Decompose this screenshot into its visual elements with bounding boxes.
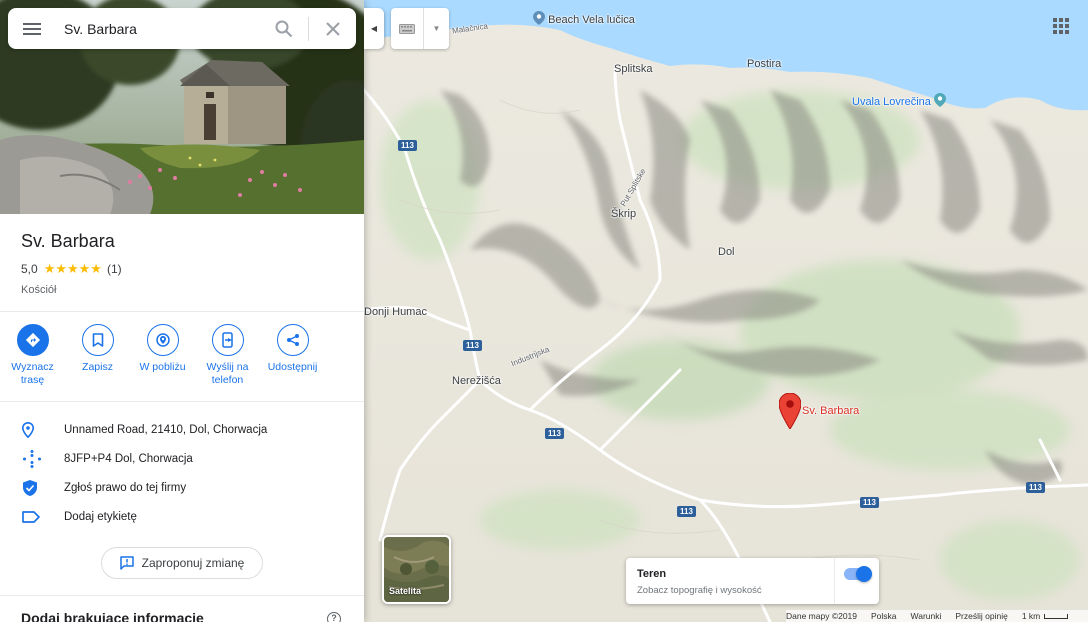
save-label: Zapisz <box>82 361 113 373</box>
plus-code-icon <box>23 450 41 468</box>
add-label-text: Dodaj etykietę <box>64 511 137 523</box>
rating-value: 5,0 <box>21 262 38 276</box>
directions-button[interactable]: Wyznacz trasę <box>0 324 65 394</box>
share-label: Udostępnij <box>267 361 318 373</box>
map-pin-icon <box>933 93 946 107</box>
address-row[interactable]: Unnamed Road, 21410, Dol, Chorwacja <box>0 416 364 444</box>
add-missing-info-heading: Dodaj brakujące informacje <box>21 610 204 622</box>
divider <box>0 311 364 312</box>
scale-bar[interactable]: 1 km <box>1022 611 1082 621</box>
place-title: Sv. Barbara <box>21 231 115 251</box>
map-label-selected-place[interactable]: Sv. Barbara <box>802 405 859 417</box>
road-shield-113: 113 <box>463 340 482 351</box>
place-category[interactable]: Kościół <box>21 284 56 296</box>
map-poi-uvala[interactable]: Uvala Lovrečina <box>852 93 946 108</box>
hamburger-menu-icon[interactable] <box>8 8 56 49</box>
review-count[interactable]: (1) <box>107 262 122 276</box>
send-to-phone-button[interactable]: Wyślij na telefon <box>195 324 260 394</box>
directions-icon <box>16 324 49 356</box>
help-icon[interactable]: ? <box>327 612 341 622</box>
search-icon[interactable] <box>264 8 304 49</box>
country-link[interactable]: Polska <box>871 611 897 621</box>
road-shield-113: 113 <box>398 140 417 151</box>
suggest-edit-label: Zaproponuj zmianę <box>141 556 245 570</box>
search-input[interactable] <box>64 8 264 49</box>
rating-row: 5,0 ★★★★★ (1) <box>21 261 122 277</box>
rating-stars: ★★★★★ <box>43 261 102 276</box>
terms-link[interactable]: Warunki <box>911 611 942 621</box>
address-text: Unnamed Road, 21410, Dol, Chorwacja <box>64 424 268 436</box>
share-button[interactable]: Udostępnij <box>260 324 325 394</box>
map-pin-icon <box>533 11 545 25</box>
map-label-donji-humac[interactable]: Donji Humac <box>364 306 427 318</box>
road-shield-113: 113 <box>1026 482 1045 493</box>
verified-shield-icon <box>23 480 37 496</box>
close-icon[interactable] <box>313 8 353 49</box>
place-panel: Sv. Barbara 5,0 ★★★★★ (1) Kościół Wyznac… <box>0 0 364 622</box>
send-to-phone-label: Wyślij na telefon <box>206 361 249 386</box>
map-label-uvala: Uvala Lovrečina <box>852 96 931 108</box>
map-label-nerezisca[interactable]: Nerežišća <box>452 375 501 387</box>
road-shield-113: 113 <box>677 506 696 517</box>
send-to-phone-icon <box>211 324 244 356</box>
satellite-label: Satelita <box>389 586 422 596</box>
road-shield-113: 113 <box>545 428 564 439</box>
plus-code-text: 8JFP+P4 Dol, Chorwacja <box>64 453 193 465</box>
apps-grid-icon[interactable] <box>1053 18 1069 34</box>
map-label-dol[interactable]: Dol <box>718 246 735 258</box>
map-label-beach: Beach Vela lučica <box>548 14 635 26</box>
feedback-icon <box>119 556 134 570</box>
nearby-button[interactable]: W pobliżu <box>130 324 195 394</box>
keyboard-icon[interactable] <box>391 8 423 49</box>
search-box <box>8 8 356 49</box>
nearby-icon <box>146 324 179 356</box>
divider <box>0 401 364 402</box>
action-bar: Wyznacz trasę Zapisz W pobliżu Wyślij na… <box>0 324 364 394</box>
nearby-label: W pobliżu <box>139 361 186 373</box>
map-label-postira[interactable]: Postira <box>747 58 781 70</box>
terrain-subtitle: Zobacz topografię i wysokość <box>637 585 762 596</box>
chevron-down-icon[interactable]: ▼ <box>424 24 449 33</box>
plus-code-row[interactable]: 8JFP+P4 Dol, Chorwacja <box>0 445 364 473</box>
location-pin-icon <box>22 422 34 438</box>
map-data-credit: Dane mapy ©2019 <box>786 611 858 621</box>
collapse-panel-button[interactable]: ◀ <box>364 8 384 49</box>
claim-business-row[interactable]: Zgłoś prawo do tej firmy <box>0 474 364 502</box>
selected-place-pin-icon[interactable] <box>779 393 801 429</box>
terrain-title: Teren <box>637 568 667 580</box>
share-icon <box>276 324 309 356</box>
scale-label: 1 km <box>1021 611 1041 621</box>
terrain-toggle[interactable] <box>844 566 872 582</box>
satellite-layer-toggle[interactable]: Satelita <box>382 535 451 604</box>
bookmark-icon <box>81 324 114 356</box>
terrain-layer-card[interactable]: Teren Zobacz topografię i wysokość <box>626 558 879 604</box>
map-footer: Dane mapy ©2019 Polska Warunki Prześlij … <box>786 610 1088 622</box>
map-poi-beach[interactable]: Beach Vela lučica <box>533 11 635 26</box>
claim-business-text: Zgłoś prawo do tej firmy <box>64 482 187 494</box>
suggest-edit-button[interactable]: Zaproponuj zmianę <box>101 547 263 579</box>
road-shield-113: 113 <box>860 497 879 508</box>
directions-label: Wyznacz trasę <box>11 361 54 386</box>
save-button[interactable]: Zapisz <box>65 324 130 394</box>
input-tools-button[interactable]: ▼ <box>391 8 449 49</box>
add-label-row[interactable]: Dodaj etykietę <box>0 503 364 531</box>
map-label-skrip[interactable]: Škrip <box>611 208 636 220</box>
label-tag-icon <box>22 511 40 523</box>
divider <box>0 595 364 596</box>
feedback-link[interactable]: Prześlij opinię <box>955 611 1007 621</box>
map-label-splitska[interactable]: Splitska <box>614 63 653 75</box>
